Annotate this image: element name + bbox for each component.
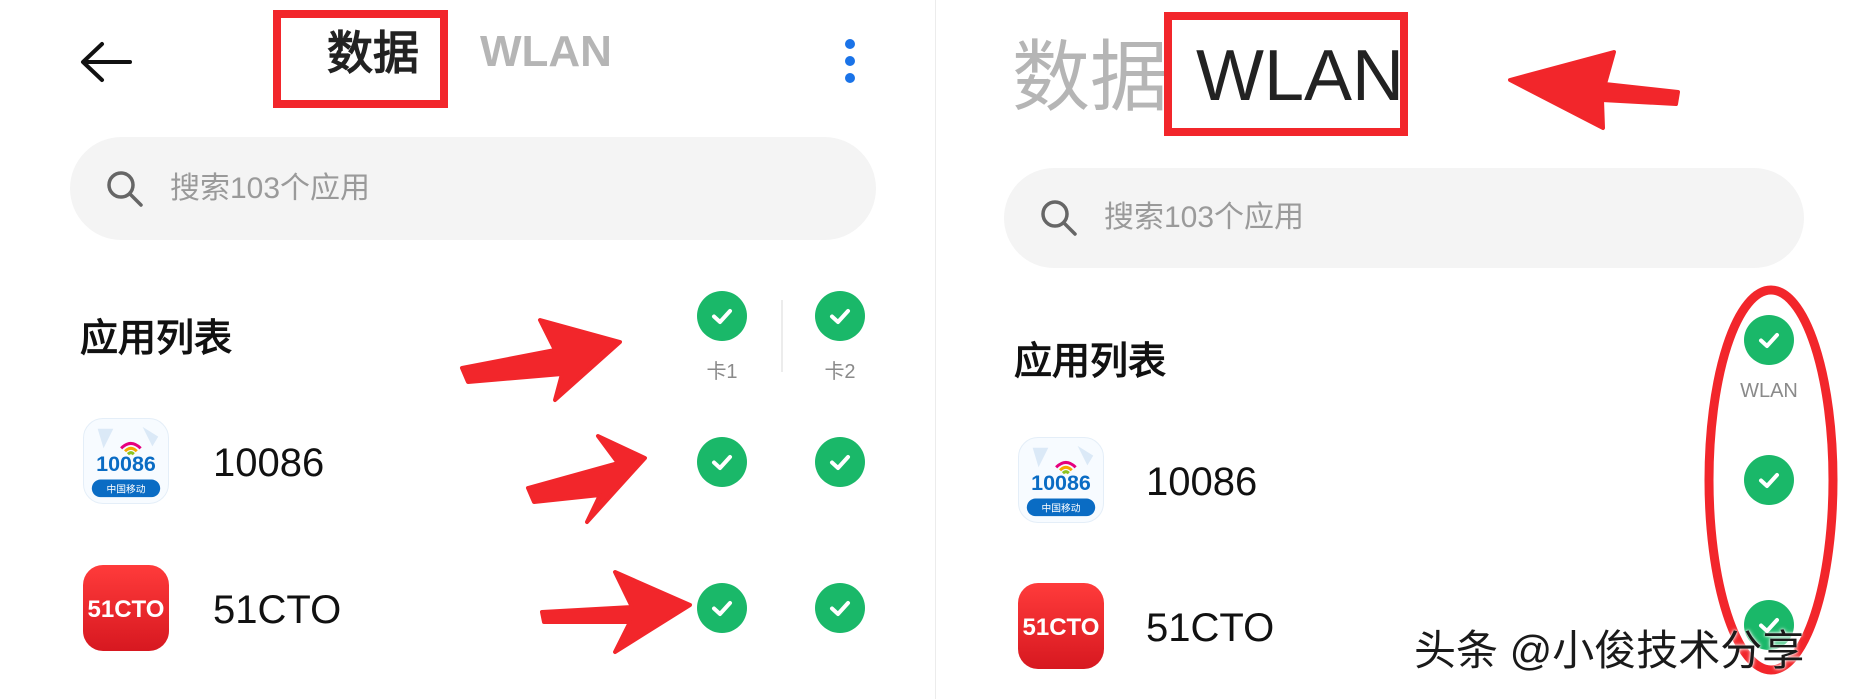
column-label-sim2: 卡2 bbox=[824, 361, 856, 383]
search-bar[interactable] bbox=[1004, 168, 1804, 268]
icon-51cto-text: 51CTO bbox=[88, 596, 165, 623]
check-icon bbox=[712, 309, 732, 324]
search-input[interactable] bbox=[1102, 200, 1804, 236]
check-icon bbox=[830, 601, 850, 616]
icon-10086-caption: 中国移动 bbox=[107, 482, 146, 495]
app-name-10086: 10086 bbox=[213, 441, 325, 485]
column-label-sim1: 卡1 bbox=[706, 361, 738, 383]
tab-wlan[interactable]: WLAN bbox=[480, 30, 612, 74]
sim2-all-toggle[interactable] bbox=[815, 291, 865, 341]
sim1-toggle-51cto[interactable] bbox=[697, 583, 747, 633]
app-icon-10086: 10086 中国移动 bbox=[1018, 437, 1104, 523]
check-icon bbox=[830, 455, 850, 470]
icon-51cto-text: 51CTO bbox=[1023, 614, 1100, 641]
search-icon bbox=[1041, 200, 1077, 236]
column-label-wlan: WLAN bbox=[1740, 380, 1798, 402]
search-bar[interactable] bbox=[70, 137, 876, 240]
check-icon bbox=[1759, 473, 1779, 488]
sim2-toggle-51cto[interactable] bbox=[815, 583, 865, 633]
data-usage-panel: 数据 WLAN 应用列表 卡1 卡2 10086 中国移动 10086 bbox=[0, 0, 935, 699]
sim1-all-toggle[interactable] bbox=[697, 291, 747, 341]
tab-data[interactable]: 数据 bbox=[1012, 38, 1168, 116]
app-name-10086: 10086 bbox=[1146, 460, 1258, 504]
icon-10086-number: 10086 bbox=[1031, 471, 1091, 495]
annotation-box-wlan-tab bbox=[1164, 12, 1408, 136]
icon-10086-caption: 中国移动 bbox=[1042, 501, 1081, 514]
watermark: 头条 @小俊技术分享 bbox=[1414, 627, 1805, 674]
search-icon bbox=[107, 170, 143, 207]
app-icon-51cto: 51CTO bbox=[1018, 583, 1104, 669]
app-list-title: 应用列表 bbox=[1014, 341, 1167, 383]
wlan-usage-panel: 数据 WLAN 应用列表 WLAN 10086 中国移动 10086 51CTO… bbox=[936, 0, 1871, 699]
more-vertical-icon[interactable] bbox=[840, 38, 860, 84]
check-icon bbox=[712, 455, 732, 470]
wlan-toggle-10086[interactable] bbox=[1744, 455, 1794, 505]
icon-10086-number: 10086 bbox=[96, 452, 156, 476]
column-divider bbox=[781, 300, 783, 372]
sim2-toggle-10086[interactable] bbox=[815, 437, 865, 487]
annotation-box-data-tab bbox=[273, 10, 448, 108]
sim1-toggle-10086[interactable] bbox=[697, 437, 747, 487]
app-icon-10086: 10086 中国移动 bbox=[83, 418, 169, 504]
arrow-left-icon[interactable] bbox=[78, 40, 132, 84]
app-name-51cto: 51CTO bbox=[1146, 606, 1275, 650]
app-name-51cto: 51CTO bbox=[213, 588, 342, 632]
check-icon bbox=[830, 309, 850, 324]
app-list-title: 应用列表 bbox=[80, 318, 233, 360]
app-icon-51cto: 51CTO bbox=[83, 565, 169, 651]
check-icon bbox=[712, 601, 732, 616]
search-input[interactable] bbox=[168, 170, 876, 207]
wlan-all-toggle[interactable] bbox=[1744, 315, 1794, 365]
check-icon bbox=[1759, 333, 1779, 348]
